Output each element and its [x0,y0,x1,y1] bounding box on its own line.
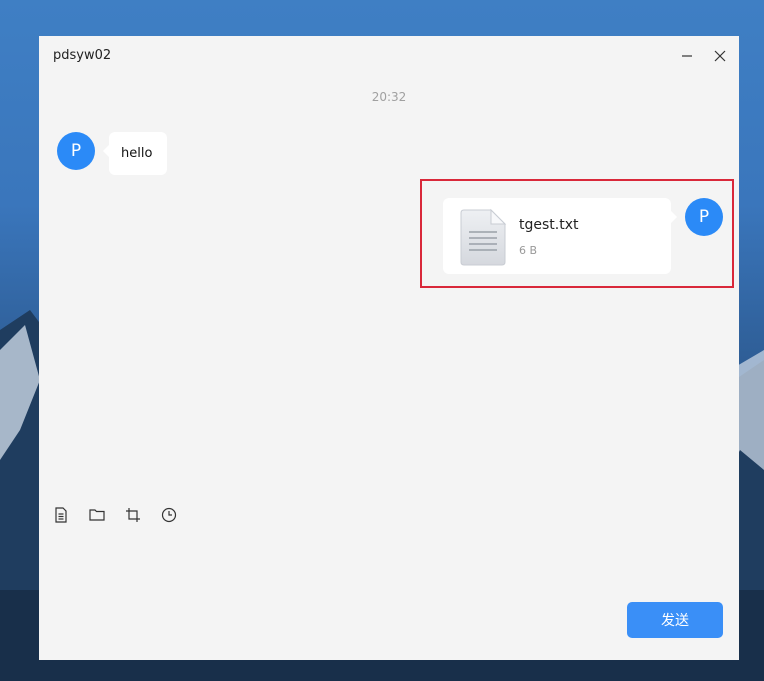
file-size: 6 B [519,244,538,257]
crop-icon[interactable] [124,506,142,524]
send-button[interactable]: 发送 [627,602,723,638]
close-icon[interactable] [710,46,730,66]
file-name: tgest.txt [519,217,579,233]
file-message-card[interactable]: tgest.txt 6 B [443,198,677,274]
message-text: hello [121,146,153,161]
window-title: pdsyw02 [53,48,112,63]
folder-icon[interactable] [88,506,106,524]
avatar[interactable]: P [57,132,95,170]
message-timestamp: 20:32 [371,90,407,104]
minimize-icon[interactable] [677,46,697,66]
avatar[interactable]: P [685,198,723,236]
text-file-icon [459,208,507,266]
file-icon[interactable] [52,506,70,524]
title-bar: pdsyw02 [39,36,739,76]
message-bubble[interactable]: hello [103,132,167,175]
chat-window: pdsyw02 20:32 P hello tgest.txt 6 B P 发送 [39,36,739,660]
clock-icon[interactable] [160,506,178,524]
